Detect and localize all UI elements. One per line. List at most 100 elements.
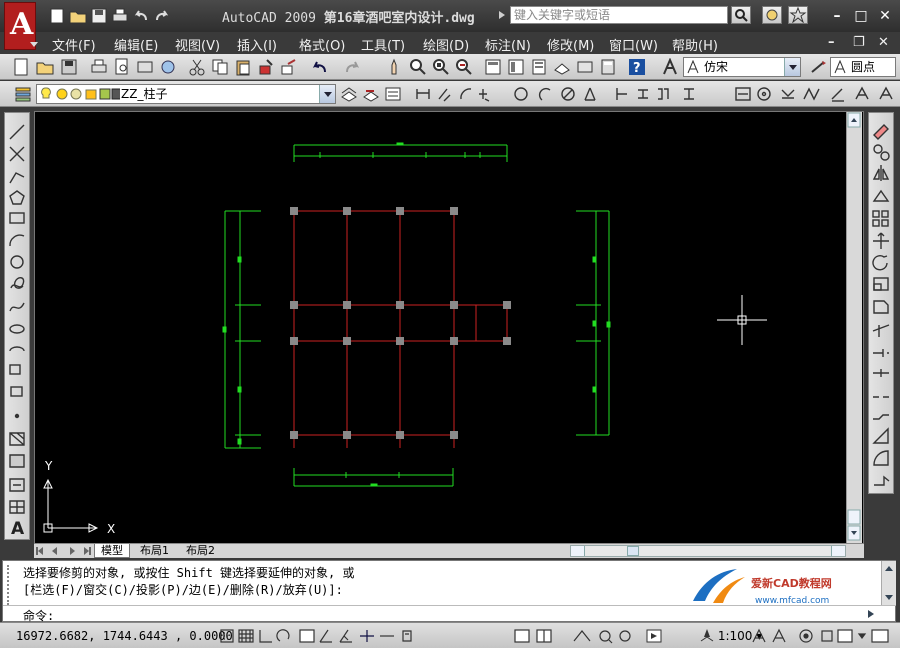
undo-icon[interactable]: [310, 58, 328, 76]
redo-icon[interactable]: [344, 58, 362, 76]
properties-icon[interactable]: [484, 58, 502, 76]
break-at-point-icon: [873, 369, 889, 377]
new-file-icon[interactable]: [48, 8, 66, 24]
command-window-grip-icon[interactable]: [7, 565, 17, 605]
3d-dwf-icon[interactable]: [159, 58, 177, 76]
construction-line-icon: [9, 146, 25, 162]
application-menu-caret-icon: [30, 42, 38, 47]
canvas-vertical-scrollbar[interactable]: [846, 112, 862, 544]
layer-state-icons: [41, 87, 120, 100]
menu-modify[interactable]: 修改(M): [547, 35, 594, 54]
make-object-layer-current-icon[interactable]: [340, 85, 358, 103]
communication-center-button[interactable]: [762, 6, 782, 24]
layer-previous-icon[interactable]: [362, 85, 380, 103]
search-button[interactable]: [731, 6, 751, 24]
menu-format[interactable]: 格式(O): [299, 35, 345, 54]
dim-style-select[interactable]: 圆点: [830, 57, 896, 77]
layer-dropdown-icon[interactable]: [319, 85, 335, 103]
text-style-dropdown-icon[interactable]: [784, 58, 800, 76]
scroll-right-arrow-icon[interactable]: [831, 546, 845, 556]
drawing-canvas[interactable]: Y X: [34, 111, 864, 558]
close-button[interactable]: ✕: [874, 6, 896, 26]
polyline-icon: [9, 172, 25, 184]
doc-minimize-button[interactable]: –: [828, 35, 835, 50]
plot-preview-icon[interactable]: [113, 58, 131, 76]
array-icon: [881, 219, 889, 227]
menu-edit[interactable]: 编辑(E): [114, 35, 158, 54]
maximize-button[interactable]: □: [850, 6, 872, 26]
cursor-coordinates[interactable]: 16972.6682, 1744.6443 , 0.0000: [16, 629, 233, 643]
text-style-select[interactable]: 仿宋: [683, 57, 801, 77]
menu-view[interactable]: 视图(V): [175, 35, 220, 54]
save-icon[interactable]: [90, 8, 108, 24]
design-center-icon[interactable]: [507, 58, 525, 76]
favorites-button[interactable]: [788, 6, 808, 24]
sheet-set-manager-icon[interactable]: [553, 58, 571, 76]
text-style-icon[interactable]: [662, 58, 680, 76]
command-input-line[interactable]: 命令:: [3, 605, 896, 623]
command-history-line-2: [栏选(F)/窗交(C)/投影(P)/边(E)/删除(R)/放弃(U)]:: [23, 583, 343, 597]
match-properties-icon[interactable]: [257, 58, 275, 76]
quick-properties-icon: [402, 630, 412, 642]
tab-layout2[interactable]: 布局2: [180, 544, 221, 558]
model-space-icon: [514, 629, 530, 643]
window-title: AutoCAD 2009 第16章酒吧室内设计.dwg: [222, 7, 475, 26]
canvas-horizontal-scrollbar[interactable]: [570, 545, 846, 557]
layer-select[interactable]: ZZ_柱子: [36, 84, 336, 104]
scroll-thumb[interactable]: [627, 546, 639, 556]
quickcalc-icon[interactable]: [599, 58, 617, 76]
command-scroll-right-icon[interactable]: [865, 608, 879, 620]
menu-insert[interactable]: 插入(I): [237, 35, 277, 54]
block-editor-icon[interactable]: [280, 58, 298, 76]
plot-icon[interactable]: [90, 58, 108, 76]
status-tray-icons: [752, 628, 889, 643]
menu-help[interactable]: 帮助(H): [672, 35, 718, 54]
search-icon: [735, 9, 748, 22]
minimize-button[interactable]: –: [826, 6, 848, 26]
redo-icon[interactable]: [153, 8, 171, 24]
object-snap-tracking-icon: [319, 629, 332, 643]
zoom-previous-icon[interactable]: [455, 58, 473, 76]
doc-restore-button[interactable]: ❐: [853, 35, 865, 50]
polar-tracking-icon: [276, 629, 290, 642]
doc-close-button[interactable]: ✕: [878, 35, 889, 50]
undo-icon[interactable]: [132, 8, 150, 24]
command-window[interactable]: 选择要修剪的对象, 或按住 Shift 键选择要延伸的对象, 或 [栏选(F)/…: [2, 560, 896, 623]
pan-status-icon: [573, 630, 591, 642]
menu-tools[interactable]: 工具(T): [361, 35, 405, 54]
scroll-left-arrow-icon[interactable]: [571, 546, 585, 556]
cut-icon[interactable]: [188, 58, 206, 76]
tab-layout1[interactable]: 布局1: [134, 544, 175, 558]
menu-draw[interactable]: 绘图(D): [423, 35, 469, 54]
publish-icon[interactable]: [136, 58, 154, 76]
tab-navigation-icons[interactable]: [36, 546, 92, 557]
vertical-scrollbar-parts: [847, 112, 861, 541]
layer-states-icon[interactable]: [384, 85, 402, 103]
pan-icon[interactable]: [386, 58, 404, 76]
paste-icon[interactable]: [234, 58, 252, 76]
save-icon[interactable]: [60, 58, 78, 76]
spline-icon: [9, 302, 25, 312]
dim-style-icon[interactable]: [810, 58, 828, 76]
layer-properties-icon[interactable]: [14, 85, 32, 103]
command-scrollbar[interactable]: [881, 561, 896, 605]
qnew-icon[interactable]: [12, 58, 30, 76]
text-style-glyph-icon: [687, 60, 699, 74]
markup-icon[interactable]: [576, 58, 594, 76]
infocenter-expand-icon[interactable]: [499, 11, 505, 19]
model-layout-icons: [514, 629, 631, 644]
zoom-realtime-icon[interactable]: [409, 58, 427, 76]
menu-dimension[interactable]: 标注(N): [485, 35, 531, 54]
tool-palettes-icon[interactable]: [530, 58, 548, 76]
help-icon[interactable]: ?: [628, 58, 646, 76]
copy-icon[interactable]: [211, 58, 229, 76]
tab-model[interactable]: 模型: [94, 544, 130, 558]
menu-window[interactable]: 窗口(W): [609, 35, 658, 54]
open-file-icon[interactable]: [69, 8, 87, 24]
open-icon[interactable]: [36, 58, 54, 76]
search-input[interactable]: 键入关键字或短语: [510, 6, 728, 24]
print-icon[interactable]: [111, 8, 129, 24]
menu-file[interactable]: 文件(F): [52, 35, 96, 54]
zoom-window-icon[interactable]: [432, 58, 450, 76]
showmotion-icon[interactable]: [644, 627, 664, 645]
